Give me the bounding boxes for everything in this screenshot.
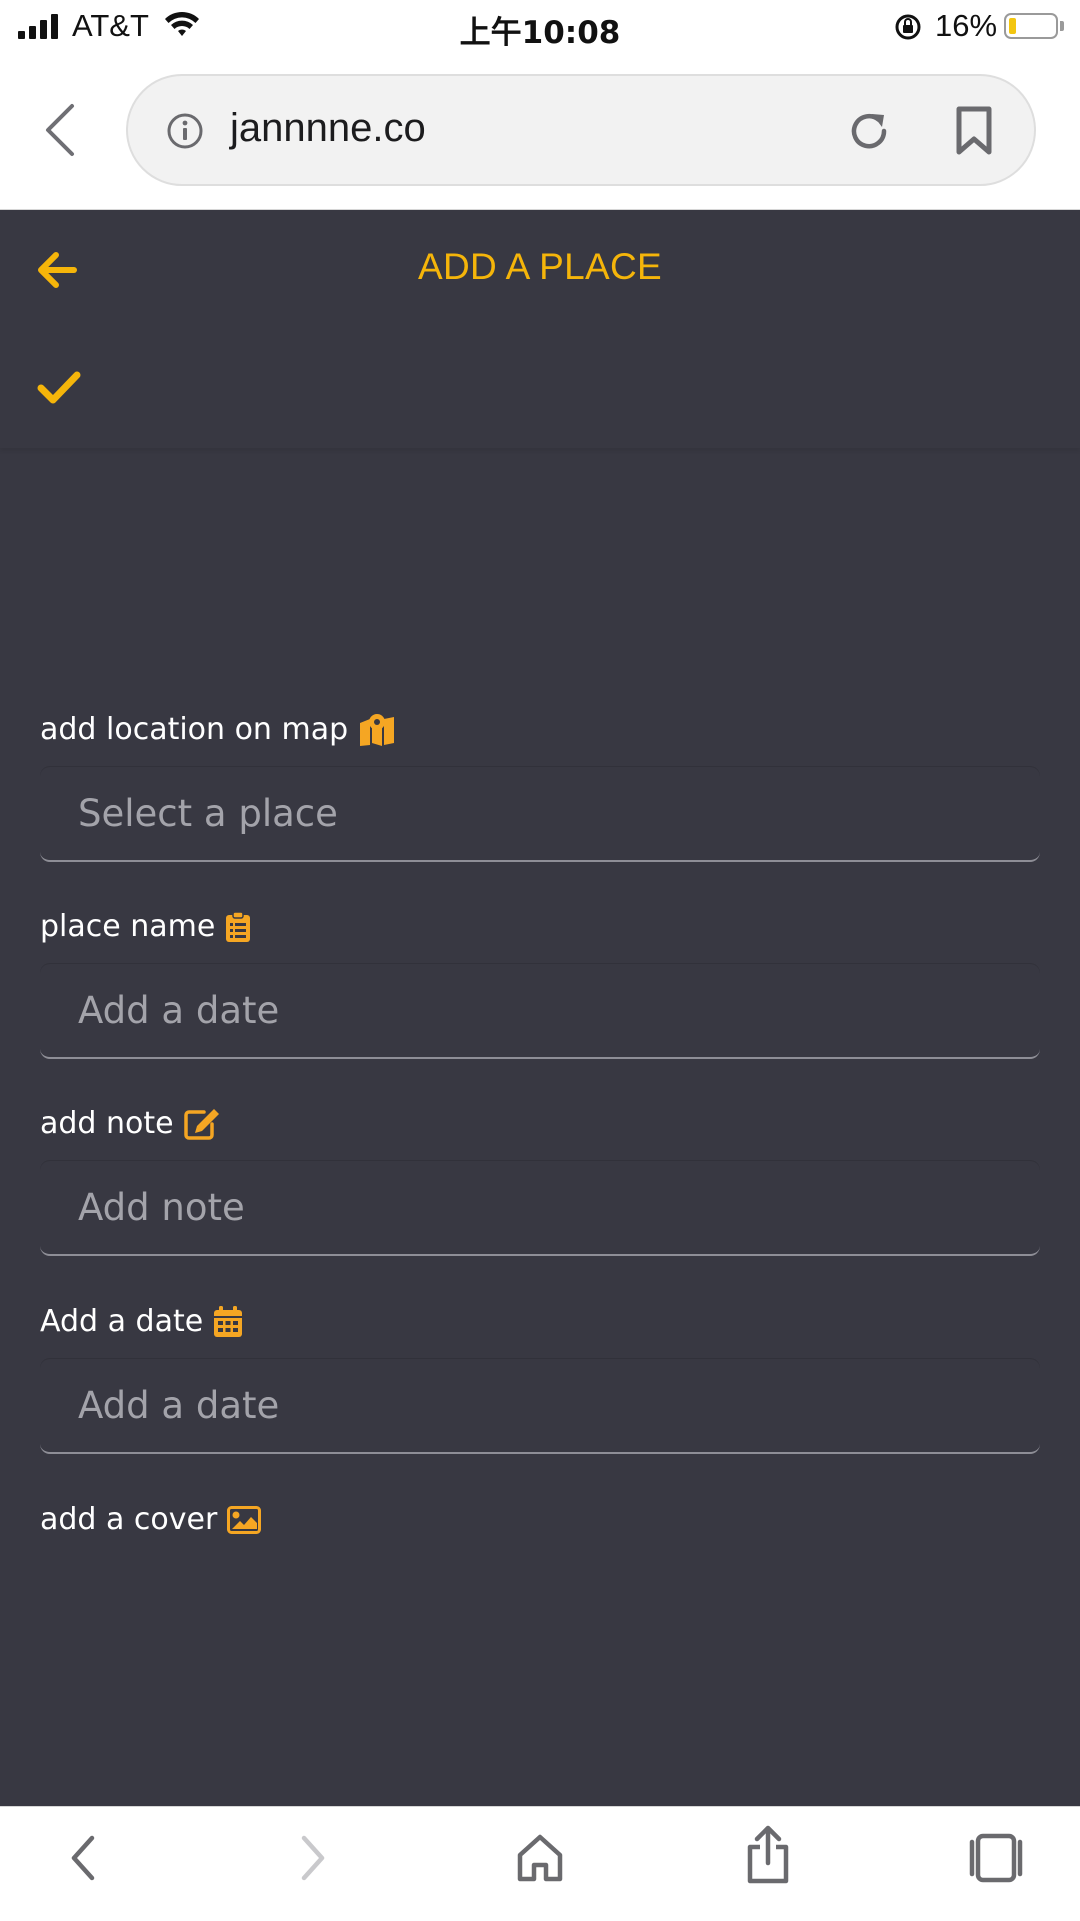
place-name-label: place name xyxy=(40,909,251,944)
calendar-icon xyxy=(214,1305,243,1337)
date-label-text: Add a date xyxy=(40,1304,204,1339)
chevron-left-icon[interactable] xyxy=(40,100,80,160)
home-icon[interactable] xyxy=(516,1833,564,1883)
page-title: ADD A PLACE xyxy=(418,246,662,287)
browser-address-area: jannnne.co xyxy=(0,58,1080,210)
place-name-label-text: place name xyxy=(40,909,216,944)
place-name-input[interactable] xyxy=(40,963,1040,1059)
date-label: Add a date xyxy=(40,1304,243,1339)
app-header: ADD A PLACE xyxy=(0,210,1080,448)
check-icon[interactable] xyxy=(36,368,82,408)
image-icon xyxy=(227,1505,262,1534)
browser-toolbar xyxy=(0,1806,1080,1921)
info-icon[interactable] xyxy=(166,112,204,150)
battery-percent: 16% xyxy=(935,8,998,43)
location-label: add location on map xyxy=(40,712,396,747)
back-icon[interactable] xyxy=(66,1833,100,1883)
battery-level xyxy=(1009,18,1016,34)
note-input[interactable] xyxy=(40,1160,1040,1256)
forward-icon[interactable] xyxy=(296,1833,330,1883)
status-bar: AT&T 上午10:08 16% xyxy=(0,0,1080,58)
clipboard-icon xyxy=(226,910,251,942)
cover-label-text: add a cover xyxy=(40,1502,218,1537)
map-marker-icon xyxy=(360,713,395,746)
bookmark-icon[interactable] xyxy=(954,106,994,156)
battery-icon xyxy=(1004,13,1058,39)
address-bar[interactable]: jannnne.co xyxy=(126,74,1036,186)
cover-label[interactable]: add a cover xyxy=(40,1502,262,1537)
reload-icon[interactable] xyxy=(846,108,892,154)
date-input[interactable] xyxy=(40,1358,1040,1454)
battery-tip xyxy=(1060,21,1064,31)
orientation-lock-icon xyxy=(895,14,921,40)
tabs-icon[interactable] xyxy=(968,1833,1024,1883)
location-label-text: add location on map xyxy=(40,712,349,747)
edit-icon xyxy=(183,1108,219,1140)
note-label: add note xyxy=(40,1106,220,1141)
location-input[interactable] xyxy=(40,766,1040,862)
url-text: jannnne.co xyxy=(230,106,426,150)
share-icon[interactable] xyxy=(744,1825,792,1885)
note-label-text: add note xyxy=(40,1106,174,1141)
